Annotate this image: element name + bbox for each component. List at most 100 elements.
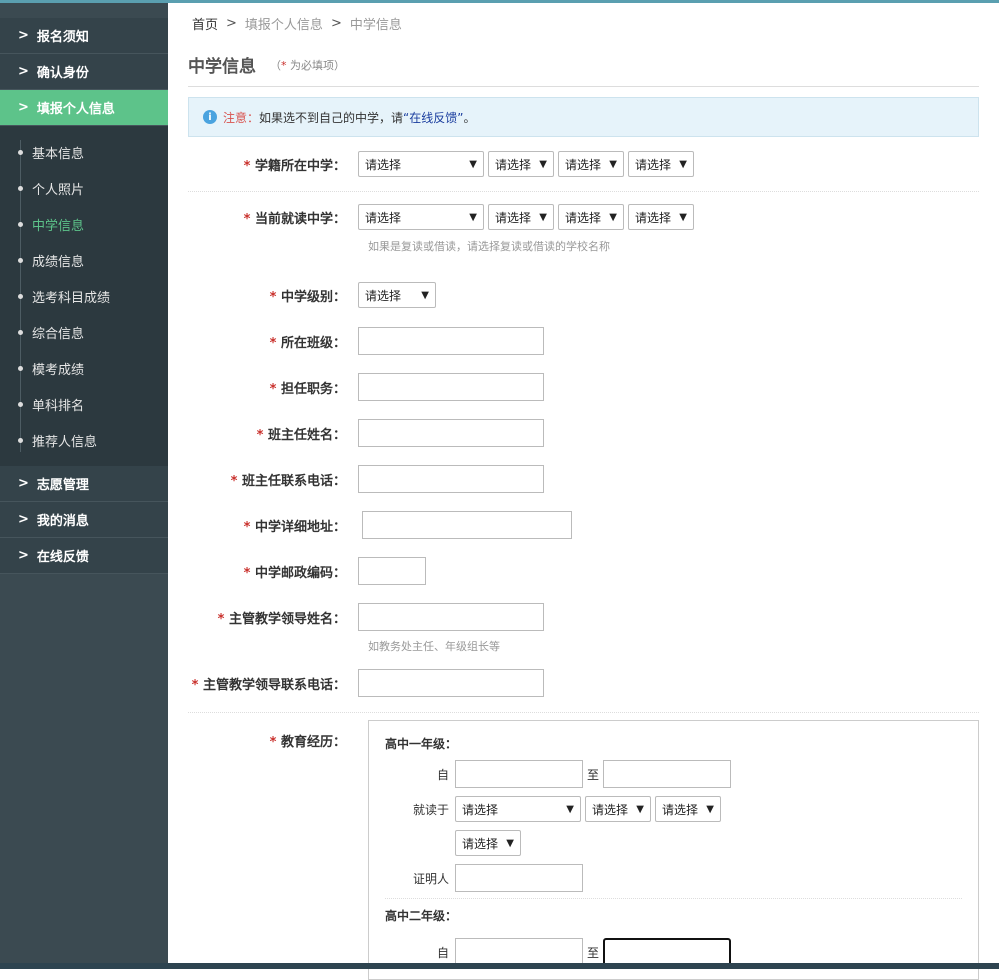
label: 就读于 [369, 801, 455, 818]
breadcrumb-personal-info[interactable]: 填报个人信息 [245, 14, 323, 33]
sub-elective-scores[interactable]: 选考科目成绩 [0, 278, 168, 314]
chevron-right-icon: > [18, 548, 29, 563]
address-input[interactable] [362, 511, 572, 539]
label: * 班主任姓名： [188, 424, 358, 443]
nav-personal-info[interactable]: > 填报个人信息 [0, 90, 168, 126]
breadcrumb-home[interactable]: 首页 [192, 14, 218, 33]
sub-subject-rank[interactable]: 单科排名 [0, 386, 168, 422]
school-reg-select-2[interactable]: 请选择▼ [488, 151, 554, 177]
school-reg-select-1[interactable]: 请选择▼ [358, 151, 484, 177]
sub-recommender[interactable]: 推荐人信息 [0, 422, 168, 458]
page-header: 中学信息 （* 为必填项） [188, 43, 979, 87]
breadcrumb-current: 中学信息 [350, 14, 402, 33]
sub-general-info[interactable]: 综合信息 [0, 314, 168, 350]
school-cur-hint: 如果是复读或借读，请选择复读或借读的学校名称 [188, 238, 979, 254]
g1-school-select-3[interactable]: 请选择▼ [655, 796, 721, 822]
row-level: * 中学级别： 请选择▼ [188, 280, 979, 310]
row-leader: * 主管教学领导姓名： [188, 602, 979, 632]
nav-label: 我的消息 [37, 510, 89, 529]
nav-feedback[interactable]: > 在线反馈 [0, 538, 168, 574]
label: 至 [587, 766, 599, 783]
nav-preferences[interactable]: > 志愿管理 [0, 466, 168, 502]
label: * 主管教学领导联系电话： [188, 674, 358, 693]
row-teacher-phone: * 班主任联系电话： [188, 464, 979, 494]
label: * 教育经历： [188, 731, 358, 750]
notice-label: 注意： [223, 109, 259, 126]
leader-name-input[interactable] [358, 603, 544, 631]
chevron-right-icon: > [18, 512, 29, 527]
feedback-link[interactable]: “在线反馈” [403, 109, 463, 126]
nav-confirm-identity[interactable]: >确认身份 [0, 54, 168, 90]
nav-label: 确认身份 [37, 62, 89, 81]
sub-school-info[interactable]: 中学信息 [0, 206, 168, 242]
nav-messages[interactable]: > 我的消息 [0, 502, 168, 538]
leader-phone-input[interactable] [358, 669, 544, 697]
school-reg-select-3[interactable]: 请选择▼ [558, 151, 624, 177]
info-icon: i [203, 110, 217, 124]
notice-end: 。 [463, 109, 475, 126]
notice-banner: i 注意： 如果选不到自己的中学，请 “在线反馈” 。 [188, 97, 979, 137]
level-select[interactable]: 请选择▼ [358, 282, 436, 308]
g1-from-input[interactable] [455, 760, 583, 788]
required-note: （* 为必填项） [270, 57, 345, 73]
nav-label: 志愿管理 [37, 474, 89, 493]
g1-school-select-1[interactable]: 请选择▼ [455, 796, 581, 822]
row-school-reg: * 学籍所在中学： 请选择▼ 请选择▼ 请选择▼ 请选择▼ [188, 149, 979, 179]
sidebar: >报名须知 >确认身份 >填报个人信息 基本信息 个人照片 中学信息 成绩信息 … [0, 3, 168, 963]
zip-input[interactable] [358, 557, 426, 585]
label: * 当前就读中学： [188, 208, 358, 227]
label: * 学籍所在中学： [188, 155, 358, 174]
nav-label: 报名须知 [37, 26, 89, 45]
label: 至 [587, 944, 599, 961]
sub-basic-info[interactable]: 基本信息 [0, 134, 168, 170]
teacher-name-input[interactable] [358, 419, 544, 447]
sub-photo[interactable]: 个人照片 [0, 170, 168, 206]
label: * 中学级别： [188, 286, 358, 305]
page-title: 中学信息 [188, 52, 256, 77]
nav-registration-notice[interactable]: > 报名须知 [0, 18, 168, 54]
row-school-cur: * 当前就读中学： 请选择▼ 请选择▼ 请选择▼ 请选择▼ [188, 202, 979, 232]
chevron-right-icon: > [18, 100, 29, 115]
nav-label: 填报个人信息 [37, 98, 115, 117]
row-duty: * 担任职务： [188, 372, 979, 402]
label: 自 [369, 944, 455, 961]
school-reg-select-4[interactable]: 请选择▼ [628, 151, 694, 177]
breadcrumb: 首页> 填报个人信息> 中学信息 [188, 3, 979, 43]
nav-label: 在线反馈 [37, 546, 89, 565]
label: * 所在班级： [188, 332, 358, 351]
label: * 中学邮政编码： [188, 562, 358, 581]
grade2-heading: 高中二年级： [369, 899, 978, 924]
class-input[interactable] [358, 327, 544, 355]
education-panel: 高中一年级： 自至 就读于 请选择▼ 请选择▼ 请选择▼ 请选择▼ 证明人 高中… [368, 720, 979, 980]
duty-input[interactable] [358, 373, 544, 401]
row-class: * 所在班级： [188, 326, 979, 356]
g1-witness-input[interactable] [455, 864, 583, 892]
sub-mock-scores[interactable]: 模考成绩 [0, 350, 168, 386]
leader-hint: 如教务处主任、年级组长等 [188, 638, 979, 654]
school-cur-select-3[interactable]: 请选择▼ [558, 204, 624, 230]
label: * 班主任联系电话： [188, 470, 358, 489]
main-content: 首页> 填报个人信息> 中学信息 中学信息 （* 为必填项） i 注意： 如果选… [188, 3, 979, 750]
label: * 主管教学领导姓名： [188, 608, 358, 627]
row-address: * 中学详细地址： [188, 510, 979, 540]
sub-scores[interactable]: 成绩信息 [0, 242, 168, 278]
school-cur-select-4[interactable]: 请选择▼ [628, 204, 694, 230]
school-cur-select-2[interactable]: 请选择▼ [488, 204, 554, 230]
row-teacher: * 班主任姓名： [188, 418, 979, 448]
g1-school-select-2[interactable]: 请选择▼ [585, 796, 651, 822]
g2-to-input[interactable] [603, 938, 731, 966]
notice-text: 如果选不到自己的中学，请 [259, 109, 403, 126]
sub-nav: 基本信息 个人照片 中学信息 成绩信息 选考科目成绩 综合信息 模考成绩 单科排… [0, 126, 168, 466]
g2-from-input[interactable] [455, 938, 583, 966]
chevron-right-icon: > [18, 28, 29, 43]
row-zip: * 中学邮政编码： [188, 556, 979, 586]
g1-school-select-4[interactable]: 请选择▼ [455, 830, 521, 856]
g1-to-input[interactable] [603, 760, 731, 788]
row-leader-phone: * 主管教学领导联系电话： [188, 668, 979, 698]
bottom-bar [0, 963, 999, 969]
teacher-phone-input[interactable] [358, 465, 544, 493]
chevron-right-icon: > [18, 476, 29, 491]
school-cur-select-1[interactable]: 请选择▼ [358, 204, 484, 230]
label: 自 [369, 766, 455, 783]
label: * 担任职务： [188, 378, 358, 397]
